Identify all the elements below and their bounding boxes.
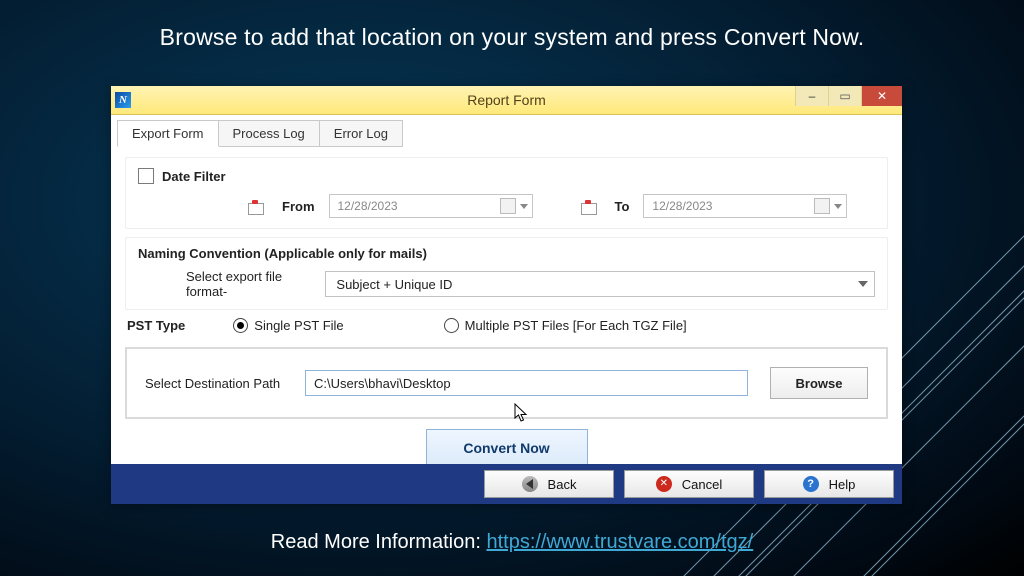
tab-label: Export Form: [132, 126, 204, 141]
pst-radio-single[interactable]: Single PST File: [233, 318, 343, 333]
footer-prefix: Read More Information:: [271, 531, 487, 553]
back-icon: [522, 476, 538, 492]
minimize-button[interactable]: –: [795, 86, 828, 106]
convert-now-label: Convert Now: [463, 440, 549, 456]
slide-headline: Browse to add that location on your syst…: [0, 24, 1024, 51]
back-button[interactable]: Back: [484, 470, 614, 498]
window-bottombar: Back Cancel Help: [111, 464, 902, 504]
chevron-down-icon: [834, 204, 842, 209]
convert-now-button[interactable]: Convert Now: [426, 429, 588, 467]
radio-icon: [233, 318, 248, 333]
cursor-icon: [514, 403, 530, 425]
app-window: N Report Form – ▭ ✕ Export Form Process …: [111, 86, 902, 504]
destination-panel: Select Destination Path C:\Users\bhavi\D…: [125, 347, 888, 419]
calendar-icon: [581, 200, 595, 212]
destination-path-input[interactable]: C:\Users\bhavi\Desktop: [305, 370, 748, 396]
from-date-dropdown[interactable]: [500, 198, 528, 214]
to-date-input[interactable]: 12/28/2023: [643, 194, 847, 218]
from-date-input[interactable]: 12/28/2023: [329, 194, 533, 218]
tab-export-form[interactable]: Export Form: [117, 120, 219, 147]
tab-process-log[interactable]: Process Log: [218, 120, 320, 147]
date-filter-label: Date Filter: [162, 169, 226, 184]
tab-label: Error Log: [334, 126, 388, 141]
browse-button-label: Browse: [796, 376, 843, 391]
form-body: Date Filter From 12/28/2023 To 12/28/202…: [111, 147, 902, 467]
naming-title: Naming Convention (Applicable only for m…: [138, 246, 427, 261]
pst-radio-multiple[interactable]: Multiple PST Files [For Each TGZ File]: [444, 318, 687, 333]
slide-footer: Read More Information: https://www.trust…: [0, 531, 1024, 554]
chevron-down-icon: [858, 281, 868, 287]
cancel-button[interactable]: Cancel: [624, 470, 754, 498]
destination-path-value: C:\Users\bhavi\Desktop: [314, 376, 451, 391]
footer-link[interactable]: https://www.trustvare.com/tgz/: [486, 531, 753, 553]
calendar-icon: [248, 200, 262, 212]
maximize-button[interactable]: ▭: [828, 86, 861, 106]
calendar-box-icon: [814, 198, 830, 214]
close-button[interactable]: ✕: [861, 86, 902, 106]
chevron-down-icon: [520, 204, 528, 209]
from-label: From: [282, 199, 315, 214]
naming-panel: Naming Convention (Applicable only for m…: [125, 237, 888, 310]
calendar-box-icon: [500, 198, 516, 214]
export-format-select[interactable]: Subject + Unique ID: [325, 271, 875, 297]
help-button[interactable]: Help: [764, 470, 894, 498]
pst-type-row: PST Type Single PST File Multiple PST Fi…: [125, 318, 888, 337]
to-label: To: [615, 199, 630, 214]
tab-label: Process Log: [233, 126, 305, 141]
browse-button[interactable]: Browse: [770, 367, 868, 399]
tab-error-log[interactable]: Error Log: [319, 120, 403, 147]
back-button-label: Back: [548, 477, 577, 492]
help-icon: [803, 476, 819, 492]
tabs-bar: Export Form Process Log Error Log: [111, 115, 902, 147]
cancel-icon: [656, 476, 672, 492]
date-filter-checkbox[interactable]: [138, 168, 154, 184]
window-title: Report Form: [111, 92, 902, 108]
help-button-label: Help: [829, 477, 856, 492]
radio-icon: [444, 318, 459, 333]
window-buttons: – ▭ ✕: [795, 86, 902, 106]
from-date-value: 12/28/2023: [338, 199, 398, 213]
export-format-label: Select export file format-: [186, 269, 317, 299]
pst-type-label: PST Type: [127, 318, 185, 333]
slide-root: Browse to add that location on your syst…: [0, 0, 1024, 576]
date-filter-panel: Date Filter From 12/28/2023 To 12/28/202…: [125, 157, 888, 229]
to-date-dropdown[interactable]: [814, 198, 842, 214]
pst-radio-single-label: Single PST File: [254, 318, 343, 333]
export-format-value: Subject + Unique ID: [336, 277, 452, 292]
cancel-button-label: Cancel: [682, 477, 722, 492]
pst-radio-multiple-label: Multiple PST Files [For Each TGZ File]: [465, 318, 687, 333]
to-date-value: 12/28/2023: [652, 199, 712, 213]
destination-label: Select Destination Path: [145, 376, 305, 391]
window-titlebar[interactable]: N Report Form – ▭ ✕: [111, 86, 902, 115]
